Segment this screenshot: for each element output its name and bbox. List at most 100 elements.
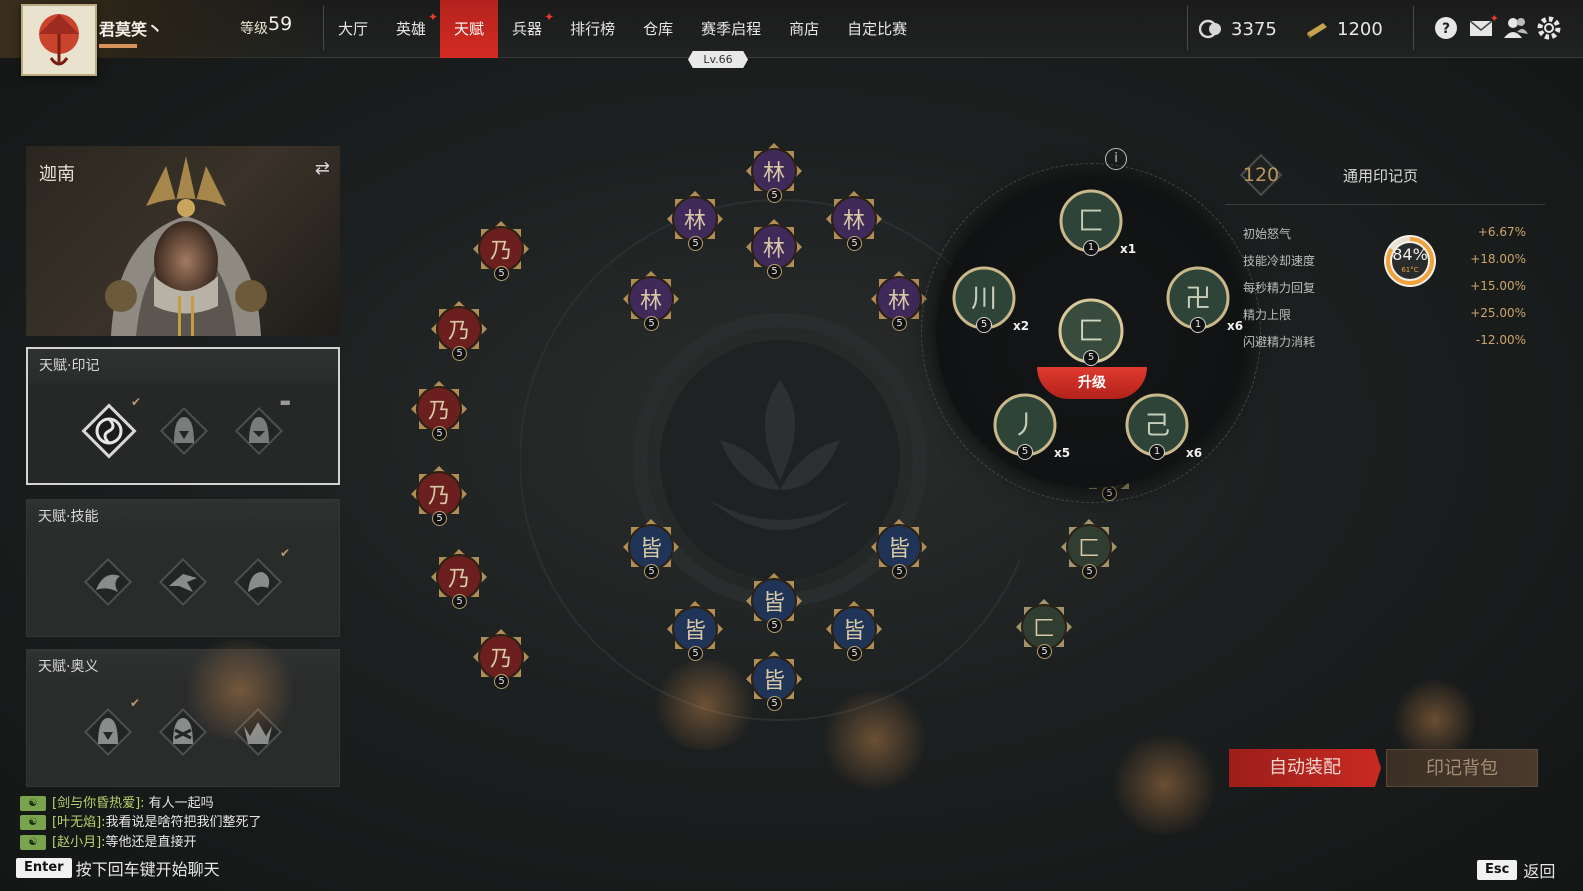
- svg-text:林: 林: [640, 289, 662, 314]
- section-talent-mark[interactable]: 天赋·印记 ✔ ▬: [26, 347, 340, 485]
- roar-skill-icon: [233, 557, 283, 607]
- talent-node-red[interactable]: 乃5: [410, 380, 468, 441]
- talent-node-red[interactable]: 乃5: [410, 465, 468, 526]
- talent-node-red[interactable]: 乃5: [430, 548, 488, 609]
- talent-node-purple[interactable]: 林5: [825, 190, 883, 251]
- chat-sender[interactable]: [赵小月]:: [52, 835, 106, 850]
- player-level: 59: [268, 13, 293, 35]
- node-level: 5: [767, 264, 782, 279]
- nav-leaderboard[interactable]: 排行榜: [556, 0, 629, 58]
- stat-value: +18.00%: [1470, 252, 1526, 266]
- esc-key: Esc: [1477, 860, 1518, 880]
- radial-rune-top[interactable]: 匚 1 x1: [1058, 188, 1136, 256]
- nav-warehouse[interactable]: 仓库: [629, 0, 687, 58]
- skill-slot-3[interactable]: ✔: [228, 546, 290, 608]
- talent-node-red[interactable]: 乃5: [472, 628, 530, 689]
- section-talent-skill[interactable]: 天赋·技能 ✔: [26, 499, 340, 637]
- nav-heroes[interactable]: 英雄 ✦: [382, 0, 440, 58]
- talent-node-purple[interactable]: 林5: [666, 190, 724, 251]
- node-level: 5: [767, 188, 782, 203]
- coin-currency[interactable]: 3375: [1199, 16, 1277, 42]
- talent-node-blue[interactable]: 皆5: [870, 518, 928, 579]
- nav-lobby[interactable]: 大厅: [324, 0, 382, 58]
- talent-node-purple[interactable]: 林5: [870, 270, 928, 331]
- talent-node-green[interactable]: 匚5: [1015, 598, 1073, 659]
- mark-slot-2[interactable]: [154, 401, 210, 457]
- svg-text:乃: 乃: [490, 647, 512, 672]
- rune-count: x6: [1227, 319, 1244, 333]
- player-name: 君莫笑丶: [99, 20, 164, 39]
- talent-node-purple[interactable]: 林5: [622, 270, 680, 331]
- talent-node-purple[interactable]: 林5: [745, 142, 803, 203]
- radial-rune-center[interactable]: 匚 5: [1058, 298, 1124, 366]
- hero-card[interactable]: 迦南 ⇄: [26, 146, 340, 336]
- nav-season[interactable]: 赛季启程: [687, 0, 775, 58]
- gear-icon[interactable]: [1537, 16, 1563, 42]
- svg-text:?: ?: [1442, 21, 1450, 37]
- skill-slot-1[interactable]: [78, 552, 134, 608]
- radial-rune-bottom-left[interactable]: 丿 5 x5: [992, 392, 1070, 460]
- nav-label: 仓库: [643, 20, 674, 38]
- node-level: 5: [432, 511, 447, 526]
- node-level: 5: [688, 236, 703, 251]
- chat-input-hint[interactable]: Enter 按下回车键开始聊天: [16, 856, 220, 880]
- info-icon[interactable]: i: [1105, 148, 1127, 170]
- svg-text:林: 林: [763, 237, 785, 262]
- radial-rune-bottom-right[interactable]: 己 1 x6: [1124, 392, 1202, 460]
- chat-sender[interactable]: [叶无焰]:: [52, 815, 106, 830]
- radial-rune-right[interactable]: 卍 1 x6: [1165, 265, 1243, 333]
- talent-node-purple[interactable]: 林5: [745, 218, 803, 279]
- friends-icon[interactable]: [1503, 16, 1529, 42]
- svg-text:匚: 匚: [1078, 317, 1104, 347]
- mark-bag-button[interactable]: 印记背包: [1386, 749, 1538, 787]
- ultimate-slot-2[interactable]: [153, 702, 209, 758]
- talent-node-blue[interactable]: 皆5: [745, 572, 803, 633]
- chat-message: ☯ [剑与你昏热爱]: 有人一起吗: [20, 792, 214, 811]
- nav-talent[interactable]: 天赋: [440, 0, 499, 58]
- node-level: 5: [847, 236, 862, 251]
- avatar[interactable]: [21, 4, 97, 76]
- ultimate-slot-1[interactable]: ✔: [78, 696, 140, 758]
- svg-text:川: 川: [971, 284, 997, 314]
- auto-equip-button[interactable]: 自动装配: [1229, 749, 1381, 787]
- talent-node-green[interactable]: 匚5: [1060, 518, 1118, 579]
- mail-icon[interactable]: ✦: [1469, 12, 1499, 42]
- season-level-badge: Lv.66: [688, 51, 748, 68]
- help-icon[interactable]: ?: [1434, 16, 1460, 42]
- nav-weapons[interactable]: 兵器 ✦: [498, 0, 556, 58]
- back-control[interactable]: Esc 返回: [1477, 858, 1555, 882]
- talent-node-red[interactable]: 乃5: [472, 220, 530, 281]
- talent-node-blue[interactable]: 皆5: [622, 518, 680, 579]
- talent-node-blue[interactable]: 皆5: [666, 600, 724, 661]
- chat-channel-icon: ☯: [20, 815, 46, 830]
- svg-text:皆: 皆: [843, 619, 865, 644]
- talent-node-red[interactable]: 乃5: [430, 300, 488, 361]
- nav-custom-match[interactable]: 自定比赛: [833, 0, 921, 58]
- talent-node-blue[interactable]: 皆5: [825, 600, 883, 661]
- nav-shop[interactable]: 商店: [775, 0, 833, 58]
- chat-sender[interactable]: [剑与你昏热爱]:: [52, 796, 145, 811]
- ultimate-slot-3[interactable]: [228, 702, 284, 758]
- mark-slot-3[interactable]: ▬: [229, 395, 291, 457]
- svg-text:林: 林: [763, 161, 785, 186]
- enter-key: Enter: [16, 858, 72, 878]
- gold-currency[interactable]: 1200: [1305, 16, 1383, 42]
- hooded-figure-icon: [83, 707, 133, 757]
- svg-text:林: 林: [843, 209, 865, 234]
- mark-page-title[interactable]: 通用印记页: [1343, 165, 1418, 186]
- skill-slot-2[interactable]: [153, 552, 209, 608]
- triskelion-icon: [81, 403, 137, 459]
- section-talent-ultimate[interactable]: 天赋·奥义 ✔: [26, 649, 340, 787]
- upgrade-button[interactable]: 升级: [1037, 367, 1147, 399]
- radial-rune-left[interactable]: 川 5 x2: [951, 265, 1029, 333]
- gauge-value: 84%: [1392, 245, 1428, 264]
- talent-node-blue[interactable]: 皆5: [745, 650, 803, 711]
- swap-icon[interactable]: ⇄: [315, 158, 330, 179]
- ambient-glow: [1390, 680, 1480, 760]
- node-level: 5: [1037, 644, 1052, 659]
- divider: [1187, 6, 1188, 50]
- mark-slot-1[interactable]: ✔: [79, 395, 141, 459]
- chat-message: ☯ [叶无焰]:我看说是啥符把我们整死了: [20, 811, 262, 830]
- alert-icon: ✦: [428, 10, 439, 24]
- chat-hint: 按下回车键开始聊天: [75, 860, 220, 879]
